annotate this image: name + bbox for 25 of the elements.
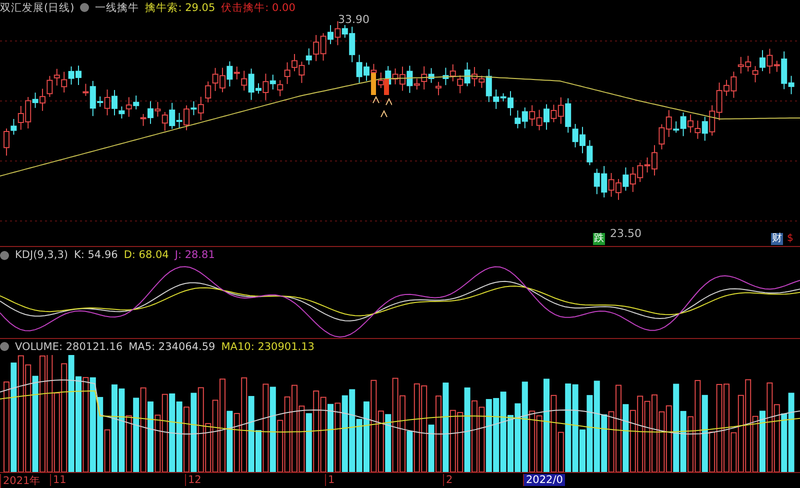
indicator-name: 一线擒牛 xyxy=(95,0,140,15)
high-price-label: 33.90 xyxy=(338,13,370,26)
indicator-value: 擒牛索: 29.05 xyxy=(145,0,216,15)
indicator-value: MA10: 230901.13 xyxy=(221,340,314,353)
indicator-name: VOLUME: 280121.16 xyxy=(15,340,123,353)
date-axis-label: 2022/0 xyxy=(523,474,565,486)
date-axis-label: 2021年 xyxy=(0,474,43,488)
event-badge[interactable]: 财 xyxy=(771,233,783,246)
indicator-value: K: 54.96 xyxy=(74,249,118,261)
chart-title: 双汇发展(日线) xyxy=(0,0,74,15)
date-axis-label: 1 xyxy=(325,474,337,486)
event-badge[interactable]: $ xyxy=(786,233,794,246)
low-price-label: 23.50 xyxy=(610,227,642,240)
indicator-toggle-icon[interactable] xyxy=(0,342,9,352)
indicator-toggle-icon[interactable] xyxy=(0,250,9,260)
indicator-value: 伏击擒牛: 0.00 xyxy=(221,0,296,15)
indicator-value: J: 28.81 xyxy=(174,249,215,261)
date-axis-label: 2 xyxy=(443,474,455,486)
indicator-value: MA5: 234064.59 xyxy=(128,340,216,353)
date-axis-label: 11 xyxy=(50,474,68,486)
indicator-name: KDJ(9,3,3) xyxy=(15,249,68,261)
indicator-toggle-icon[interactable] xyxy=(80,3,90,12)
indicator-value: D: 68.04 xyxy=(124,249,169,261)
event-badge[interactable]: 跌 xyxy=(593,233,605,246)
date-axis-label: 12 xyxy=(185,474,204,486)
